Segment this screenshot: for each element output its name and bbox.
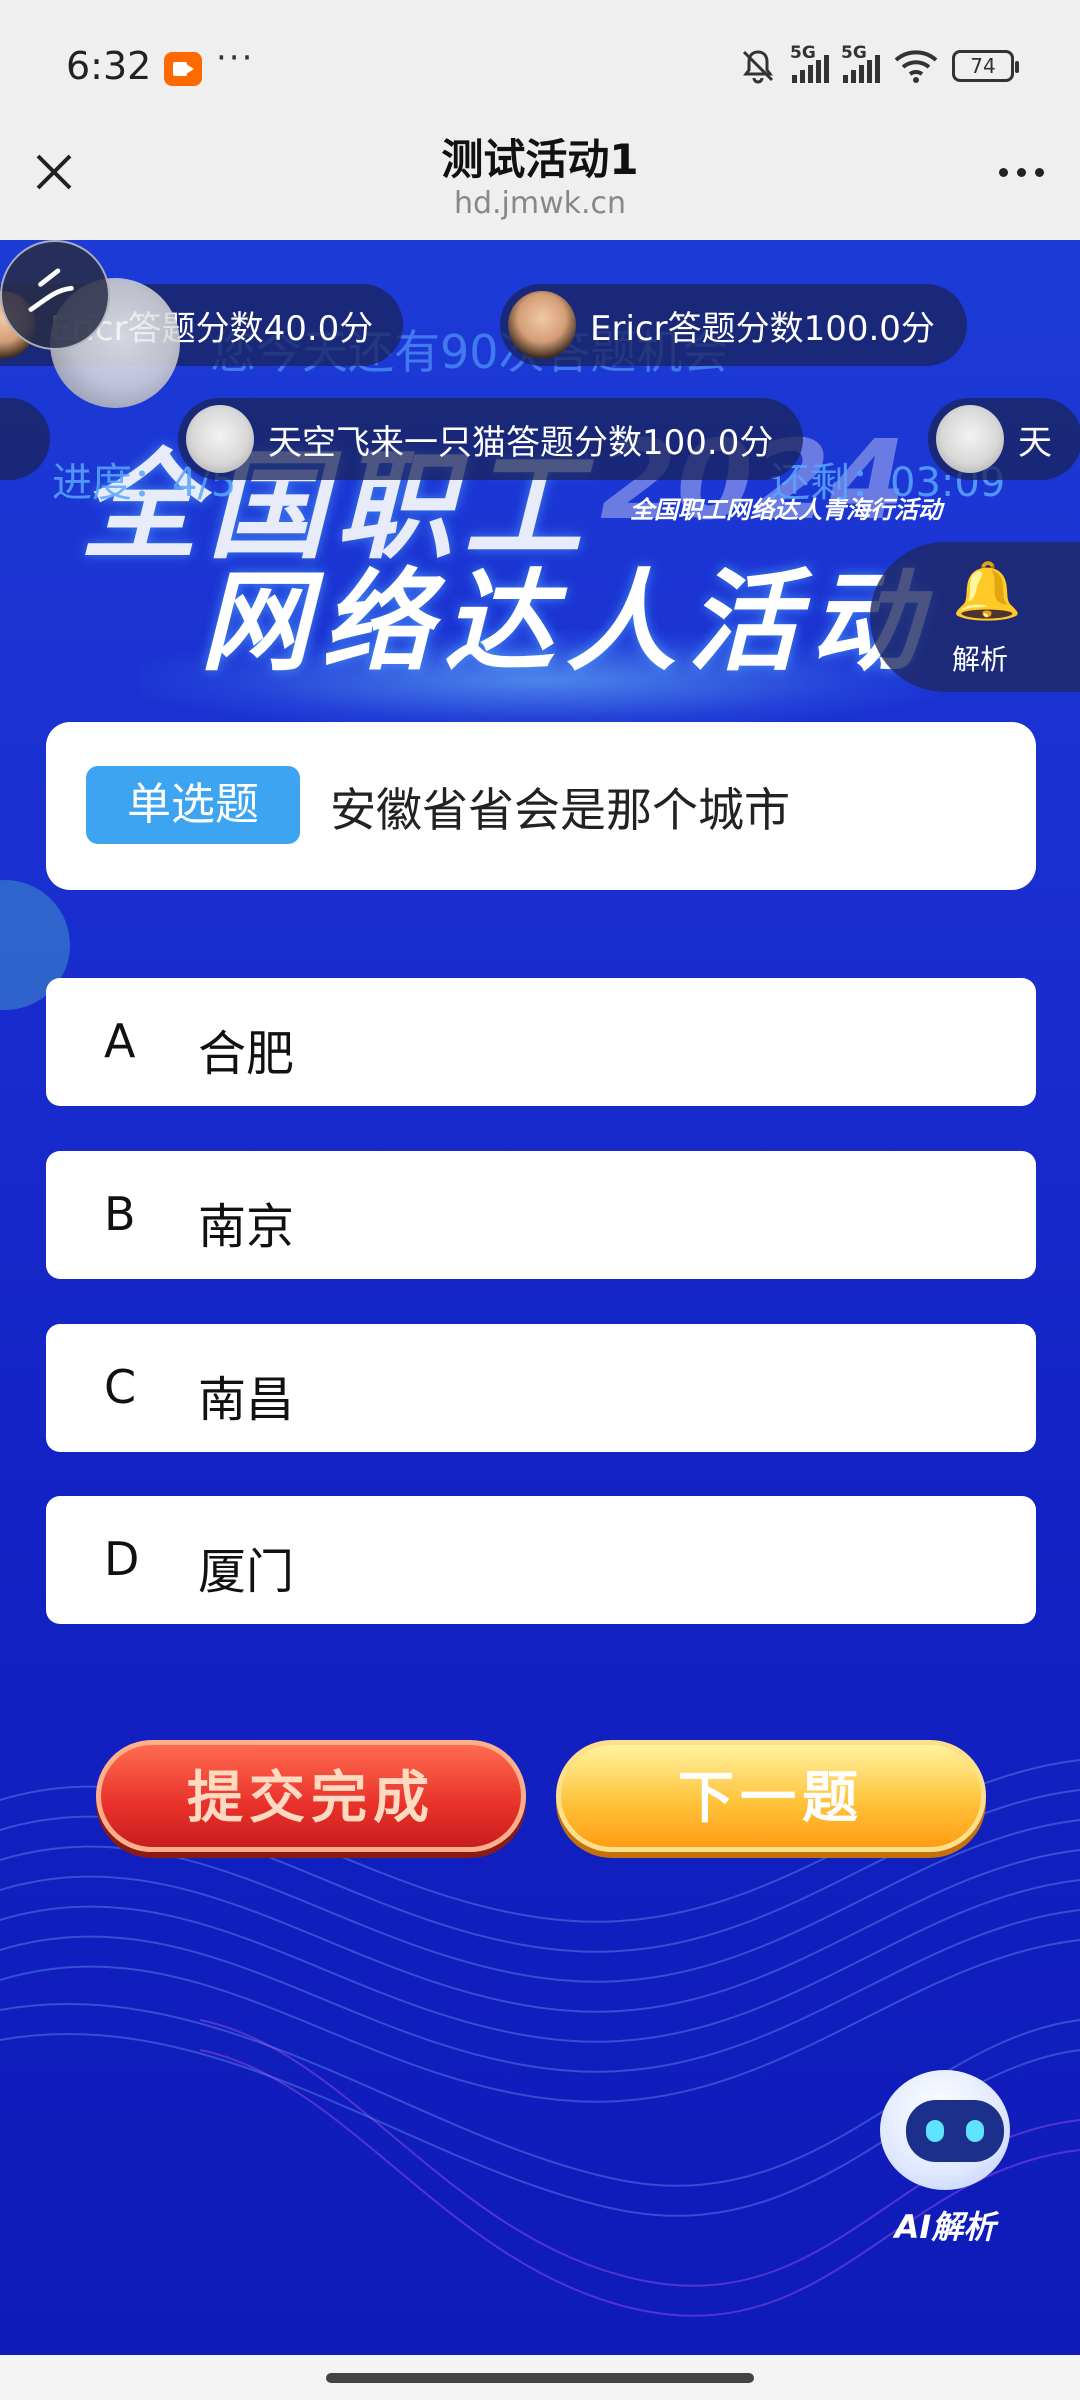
option-b[interactable]: B 南京 — [46, 1151, 1036, 1279]
option-text: 厦门 — [198, 1544, 295, 1600]
network-label: 5G — [790, 43, 816, 63]
wifi-icon — [894, 50, 938, 83]
analysis-float-button[interactable]: 🔔 解析 — [870, 542, 1080, 692]
page-title: 测试活动1 — [441, 135, 639, 184]
danmaku-bubble: Ericr答题分数100.0分 — [500, 284, 967, 366]
option-d[interactable]: D 厦门 — [46, 1496, 1036, 1624]
bell-icon: 🔔 — [952, 559, 1022, 624]
analysis-label: 解析 — [952, 643, 1009, 676]
next-question-button[interactable]: 下一题 — [556, 1740, 986, 1852]
question-type-badge: 单选题 — [86, 766, 300, 844]
collapse-danmaku-icon[interactable] — [0, 240, 110, 350]
robot-icon — [880, 2070, 1010, 2190]
mute-icon — [742, 50, 774, 84]
option-text: 合肥 — [198, 1026, 295, 1082]
status-bar: 6:32 ··· 5G 5G 74 — [0, 0, 1080, 135]
cat-avatar — [186, 405, 254, 473]
option-text: 南京 — [198, 1199, 295, 1255]
ai-analysis-label: AI解析 — [894, 2208, 996, 2246]
option-letter: A — [104, 1014, 136, 1068]
gesture-bar — [0, 2355, 1080, 2400]
signal-icon: 5G — [841, 43, 880, 83]
question-card: 单选题 安徽省省会是那个城市 — [46, 722, 1036, 890]
network-label: 5G — [841, 43, 867, 63]
danmaku-bubble: 天 — [928, 398, 1080, 480]
battery-icon: 74 — [952, 50, 1019, 82]
danmaku-bubble — [0, 398, 50, 480]
option-text: 南昌 — [198, 1372, 295, 1428]
option-a[interactable]: A 合肥 — [46, 978, 1036, 1106]
option-letter: D — [104, 1532, 140, 1586]
signal-icon: 5G — [790, 43, 829, 83]
option-c[interactable]: C 南昌 — [46, 1324, 1036, 1452]
danmaku-bubble: 天空飞来一只猫答题分数100.0分 — [178, 398, 804, 480]
danmaku-text: Ericr答题分数100.0分 — [590, 308, 935, 349]
question-text: 安徽省省会是那个城市 — [330, 783, 790, 837]
ai-analysis-button[interactable]: AI解析 — [870, 2070, 1020, 2260]
more-options-button[interactable] — [999, 168, 1044, 177]
option-letter: C — [104, 1360, 137, 1414]
status-time: 6:32 — [66, 44, 152, 88]
nav-header: 测试活动1 hd.jmwk.cn — [0, 120, 1080, 240]
man-avatar — [508, 291, 576, 359]
cat-avatar — [936, 405, 1004, 473]
danmaku-text: 天空飞来一只猫答题分数100.0分 — [268, 422, 774, 463]
system-icons: 5G 5G 74 — [738, 43, 1019, 86]
notification-dots: ··· — [216, 38, 255, 78]
video-record-icon — [164, 52, 202, 86]
option-letter: B — [104, 1187, 136, 1241]
page-url: hd.jmwk.cn — [453, 186, 627, 221]
submit-button[interactable]: 提交完成 — [96, 1740, 526, 1852]
banner-title-line2: 网络达人活动 — [200, 558, 932, 686]
quiz-main: 全国职工 2024 全国职工网络达人青海行活动 网络达人活动 您今天还有90次答… — [0, 240, 1080, 2355]
home-indicator[interactable] — [326, 2373, 754, 2383]
danmaku-text: 天 — [1018, 422, 1052, 463]
